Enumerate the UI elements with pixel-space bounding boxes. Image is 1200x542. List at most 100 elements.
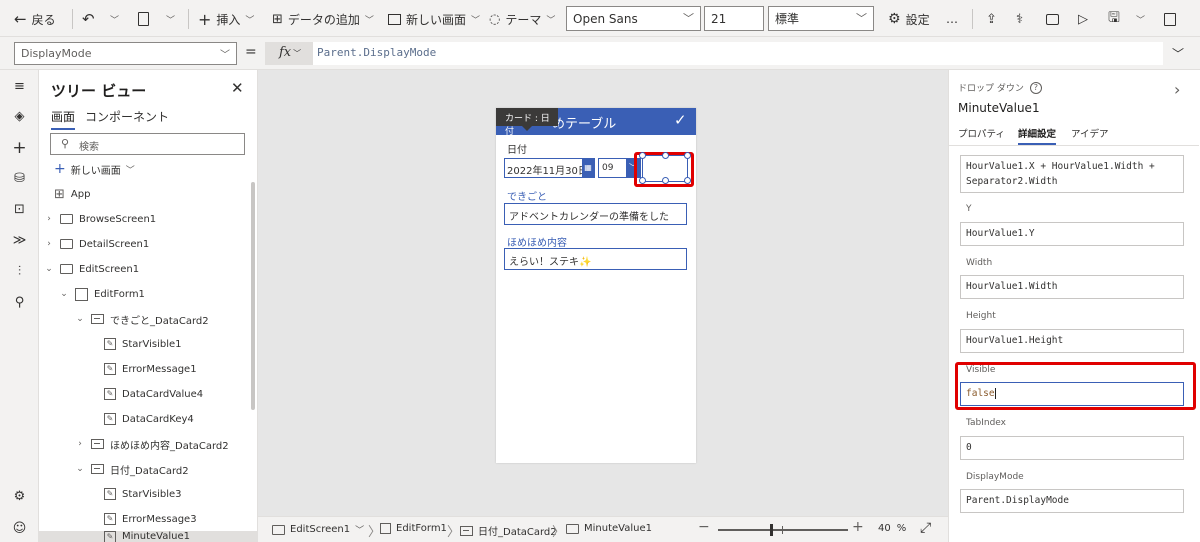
x-formula-field[interactable]: HourValue1.X + HourValue1.Width + Separa… (960, 155, 1184, 193)
paste-button[interactable] (138, 9, 149, 29)
theme-button[interactable]: ◌ テーマ ﹀ (489, 9, 555, 29)
plus-icon: + (198, 9, 212, 29)
breadcrumb-control[interactable]: MinuteValue1 (566, 523, 652, 534)
preview-button[interactable]: ▷ (1078, 9, 1088, 29)
zoom-slider-tick (782, 526, 783, 534)
resize-handle[interactable] (639, 152, 646, 159)
palette-icon: ◌ (489, 11, 501, 27)
tab-ideas[interactable]: アイデア (1071, 126, 1109, 140)
resize-handle[interactable] (639, 177, 646, 184)
search-icon[interactable]: ⚲ (11, 294, 28, 311)
tree-item-datacard-praise[interactable]: › ほめほめ内容_DataCard2 (75, 433, 229, 455)
collapse-panel-icon[interactable]: › (1174, 80, 1180, 99)
dropdown-icon: ✎ (104, 531, 116, 542)
formula-bar: DisplayMode ﹀ = fx ﹀ Parent.DisplayMode ﹀ (0, 37, 1200, 70)
fit-to-window-icon[interactable]: ⤢ (920, 520, 931, 536)
displaymode-formula-field[interactable]: Parent.DisplayMode (960, 489, 1184, 513)
tab-screens[interactable]: 画面 (51, 108, 76, 130)
tree-item-detailscreen[interactable]: › DetailScreen1 (44, 233, 149, 255)
close-icon[interactable]: ✕ (231, 79, 244, 97)
praise-input[interactable]: えらい！ステキ✨ (504, 248, 687, 270)
tree-item-editform[interactable]: ⌄ EditForm1 (59, 283, 145, 305)
date-picker[interactable]: 2022年11月30日 ▦ (504, 158, 595, 178)
undo-dropdown[interactable]: ﹀ (110, 9, 119, 29)
zoom-slider[interactable] (718, 524, 848, 536)
chevron-down-icon: ﹀ (546, 15, 556, 26)
back-button[interactable]: ← 戻る (14, 9, 56, 29)
hamburger-menu-icon[interactable]: ≡ (11, 78, 28, 95)
add-data-button[interactable]: ⊞ データの追加 ﹀ (272, 9, 374, 29)
layers-icon[interactable]: ◈ (11, 108, 28, 125)
resize-handle[interactable] (684, 152, 691, 159)
tree-item-starvisible3[interactable]: ✎ StarVisible3 (104, 483, 182, 505)
tabindex-formula-field[interactable]: 0 (960, 436, 1184, 460)
minute-dropdown-selected[interactable] (639, 152, 691, 184)
settings-button[interactable]: ⚙ 設定 (888, 9, 930, 29)
zoom-slider-thumb[interactable] (770, 524, 773, 536)
comments-button[interactable] (1046, 9, 1059, 29)
save-button[interactable]: 🖫 (1108, 9, 1120, 29)
insert-plus-icon[interactable]: + (11, 138, 28, 158)
tab-properties[interactable]: プロパティ (958, 126, 1005, 140)
height-formula-field[interactable]: HourValue1.Height (960, 329, 1184, 353)
chevron-down-icon: ﹀ (856, 12, 867, 25)
font-size-input[interactable]: 21 (704, 6, 764, 31)
expand-formula-button[interactable]: ﹀ (1172, 45, 1184, 62)
undo-button[interactable]: ↶ (82, 9, 95, 29)
breadcrumb-datacard[interactable]: 日付_DataCard2 (460, 523, 557, 538)
chevron-down-icon: ﹀ (125, 165, 135, 176)
share-button[interactable]: ⇪ (986, 9, 997, 29)
help-circle-icon[interactable]: ? (1029, 81, 1042, 94)
more-button[interactable]: … (946, 9, 958, 29)
tree-item-starvisible1[interactable]: ✎ StarVisible1 (104, 333, 182, 355)
tree-item-datacard-date[interactable]: ⌄ 日付_DataCard2 (75, 458, 189, 480)
font-family-select[interactable]: Open Sans ﹀ (566, 6, 701, 31)
font-weight-select[interactable]: 標準 ﹀ (768, 6, 874, 31)
resize-handle[interactable] (684, 177, 691, 184)
zoom-in-button[interactable]: + (852, 519, 864, 535)
variables-icon[interactable]: ⫶ (11, 263, 28, 280)
tree-item-datacard-event[interactable]: ⌄ できごと_DataCard2 (75, 308, 209, 330)
visible-formula-field[interactable]: false (960, 382, 1184, 406)
save-dropdown[interactable]: ﹀ (1136, 9, 1145, 29)
tab-advanced[interactable]: 詳細設定 (1018, 126, 1057, 145)
new-screen-button[interactable]: 新しい画面 ﹀ (388, 9, 480, 29)
praise-label: ほめほめ内容 (507, 238, 567, 249)
tab-components[interactable]: コンポーネント (85, 108, 169, 125)
checkmark-icon[interactable]: ✓ (674, 111, 687, 129)
search-input[interactable]: ⚲ 検索 (50, 133, 245, 155)
tree-item-minutevalue1[interactable]: ✎ MinuteValue1 (39, 531, 257, 542)
control-name: MinuteValue1 (958, 101, 1040, 115)
zoom-out-button[interactable]: − (698, 519, 710, 535)
tree-item-errormessage1[interactable]: ✎ ErrorMessage1 (104, 358, 197, 380)
paste-dropdown[interactable]: ﹀ (166, 9, 175, 29)
event-input[interactable]: アドベントカレンダーの準備をした (504, 203, 687, 225)
app-checker-button[interactable]: ⚕ (1016, 9, 1023, 29)
tree-item-datacardkey4[interactable]: ✎ DataCardKey4 (104, 408, 194, 430)
settings-gear-icon[interactable]: ⚙ (11, 488, 28, 505)
tree-item-datacardvalue4[interactable]: ✎ DataCardValue4 (104, 383, 203, 405)
virtual-agent-icon[interactable]: ☺ (11, 520, 28, 537)
property-select[interactable]: DisplayMode ﹀ (14, 42, 237, 65)
chevron-down-icon: ﹀ (110, 15, 120, 26)
breadcrumb-form[interactable]: EditForm1 (380, 523, 447, 534)
breadcrumb-screen[interactable]: EditScreen1 ﹀ (272, 523, 364, 536)
tree-item-browsescreen[interactable]: › BrowseScreen1 (44, 208, 156, 230)
tree-scrollbar[interactable] (251, 182, 255, 410)
resize-handle[interactable] (662, 177, 669, 184)
form-icon (380, 523, 391, 534)
tree-item-editscreen[interactable]: ⌄ EditScreen1 (44, 258, 139, 280)
media-icon[interactable]: ⊡ (11, 201, 28, 218)
formula-input[interactable]: Parent.DisplayMode (313, 42, 1163, 65)
publish-button[interactable] (1164, 9, 1176, 29)
tree-item-app[interactable]: ⊞ App (54, 183, 90, 205)
width-formula-field[interactable]: HourValue1.Width (960, 275, 1184, 299)
resize-handle[interactable] (662, 152, 669, 159)
new-screen-link[interactable]: + 新しい画面 ﹀ (54, 161, 135, 177)
power-automate-icon[interactable]: ≫ (11, 232, 28, 249)
insert-button[interactable]: + 挿入 ﹀ (198, 9, 254, 29)
database-icon[interactable]: ⛁ (11, 170, 28, 187)
fx-button[interactable]: fx ﹀ (265, 42, 313, 65)
y-formula-field[interactable]: HourValue1.Y (960, 222, 1184, 246)
tree-item-errormessage3[interactable]: ✎ ErrorMessage3 (104, 508, 197, 530)
